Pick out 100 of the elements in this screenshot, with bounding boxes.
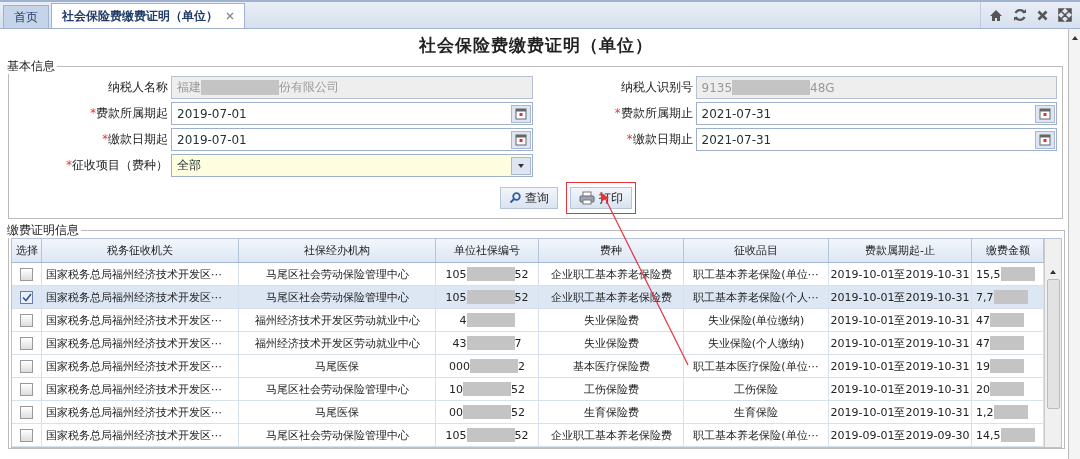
column-header[interactable]: 税务征收机关: [42, 239, 239, 262]
printer-icon: [578, 191, 595, 205]
table-cell: 企业职工基本养老保险费: [550, 427, 672, 443]
checkbox[interactable]: [20, 405, 33, 419]
table-cell: 工伤保险: [734, 381, 778, 397]
redaction-bar: [993, 405, 1028, 419]
scrollbar[interactable]: [1068, 29, 1080, 459]
refresh-icon[interactable]: [1013, 8, 1027, 22]
redaction-bar: [990, 359, 1024, 373]
table-cell: 工伤保险费: [583, 381, 639, 397]
table-cell: 国家税务总局福州经济技术开发区⋯: [46, 266, 222, 282]
date-field[interactable]: 2021-07-31: [695, 128, 1057, 151]
table-cell: 2019-10-01至2019-10-31: [830, 381, 970, 397]
table-cell: 马尾医保: [315, 358, 359, 374]
redaction-bar: [990, 382, 1024, 396]
table-cell: 4: [459, 313, 467, 327]
table-cell: 福州经济技术开发区劳动就业中心: [254, 335, 420, 351]
tab[interactable]: 首页: [3, 5, 49, 28]
table-cell: 00: [449, 405, 463, 419]
checkbox[interactable]: [20, 336, 33, 350]
table-cell: 国家税务总局福州经济技术开发区⋯: [46, 404, 222, 420]
table-cell: 失业保险(单位缴纳): [707, 312, 805, 328]
table-cell: 国家税务总局福州经济技术开发区⋯: [46, 335, 222, 351]
date-field[interactable]: 2019-07-01: [171, 128, 533, 151]
redaction-bar: [466, 336, 515, 350]
table-cell: 47: [976, 336, 990, 350]
table-cell: 43: [452, 336, 467, 350]
field-label: *征收项目（费种）: [65, 158, 168, 173]
table-row[interactable]: 国家税务总局福州经济技术开发区⋯ 马尾医保 000 2 基本医疗保险费 职工基本医疗保险(单位⋯ 2019-10-01至2019-10-31 19: [12, 355, 1044, 378]
calendar-icon[interactable]: [510, 130, 531, 149]
table-cell: 52: [514, 267, 529, 281]
table-cell: 生育保险费: [583, 404, 639, 420]
table-cell: 2019-10-01至2019-10-31: [830, 335, 970, 351]
table-cell: 10: [449, 382, 463, 396]
table-cell: 1,2: [976, 405, 994, 419]
page-title: 社会保险费缴费证明（单位）: [417, 34, 654, 57]
checkbox[interactable]: [20, 382, 33, 396]
table-cell: 105: [445, 428, 467, 442]
column-header[interactable]: 费款属期起-止: [829, 239, 972, 262]
home-icon[interactable]: [989, 8, 1003, 22]
table-cell: 马尾医保: [315, 404, 359, 420]
table-cell: 7,7: [976, 290, 994, 304]
redaction-bar: [466, 290, 515, 304]
table-cell: 2: [518, 359, 525, 373]
column-header[interactable]: 社保经办机构: [239, 239, 436, 262]
table-cell: 14,5: [976, 428, 1001, 442]
table-cell: 15,5: [976, 267, 1001, 281]
column-header[interactable]: 选择: [12, 239, 42, 262]
table-cell: 生育保险: [734, 404, 778, 420]
close-icon[interactable]: [226, 12, 234, 20]
close-icon[interactable]: [1037, 9, 1048, 21]
date-field[interactable]: 2021-07-31: [695, 102, 1057, 125]
field-label: *缴款日期起: [101, 132, 168, 147]
table-row[interactable]: 国家税务总局福州经济技术开发区⋯ 马尾医保 00 52 生育保险费 生育保险 2019-10-01至2019-10-31 1,2: [12, 401, 1044, 424]
table-cell: 马尾区社会劳动保险管理中心: [265, 427, 409, 443]
select-field[interactable]: 全部: [171, 154, 533, 177]
column-header[interactable]: 单位社保编号: [436, 239, 539, 262]
tab[interactable]: 社会保险费缴费证明（单位）: [51, 3, 245, 28]
calendar-icon[interactable]: [1035, 130, 1055, 149]
scrollbar[interactable]: [1044, 239, 1061, 447]
table-cell: 福州经济技术开发区劳动就业中心: [254, 312, 420, 328]
table-cell: 52: [511, 405, 525, 419]
date-field[interactable]: 2019-07-01: [171, 102, 533, 125]
redaction-bar: [463, 382, 511, 396]
table-cell: 国家税务总局福州经济技术开发区⋯: [46, 358, 222, 374]
checkbox[interactable]: [20, 267, 33, 281]
checkbox[interactable]: [20, 359, 33, 373]
column-header[interactable]: 费种: [539, 239, 684, 262]
table-row[interactable]: 国家税务总局福州经济技术开发区⋯ 马尾区社会劳动保险管理中心 105 52 企业职工基本养老保险费 职工基本养老保险(单位⋯ 2019-09-01至2019-09-30 14,5: [12, 424, 1044, 447]
table-cell: 马尾区社会劳动保险管理中心: [265, 266, 409, 282]
table-cell: 7: [514, 336, 522, 350]
table-cell: 2019-10-01至2019-10-31: [830, 404, 970, 420]
checkbox[interactable]: [20, 290, 33, 304]
checkbox[interactable]: [20, 428, 33, 442]
calendar-icon[interactable]: [510, 104, 531, 123]
table-cell: 105: [445, 290, 467, 304]
checkbox[interactable]: [20, 313, 33, 327]
table-row[interactable]: 国家税务总局福州经济技术开发区⋯ 福州经济技术开发区劳动就业中心 4 失业保险费 失业保险(单位缴纳) 2019-10-01至2019-10-31 47: [12, 309, 1044, 332]
table-row[interactable]: 国家税务总局福州经济技术开发区⋯ 福州经济技术开发区劳动就业中心 43 7 失业保险费 失业保险(个人缴纳) 2019-10-01至2019-10-31 47: [12, 332, 1044, 355]
dropdown-icon[interactable]: [510, 156, 531, 175]
redaction-bar: [463, 405, 511, 419]
scroll-up-icon[interactable]: [1049, 269, 1057, 275]
column-header[interactable]: 征收品目: [684, 239, 829, 262]
table-cell: 国家税务总局福州经济技术开发区⋯: [46, 427, 222, 443]
table-cell: 19: [976, 359, 990, 373]
table-cell: 国家税务总局福州经济技术开发区⋯: [46, 381, 222, 397]
table-cell: 2019-09-01至2019-09-30: [830, 427, 970, 443]
table-row[interactable]: 国家税务总局福州经济技术开发区⋯ 马尾区社会劳动保险管理中心 10 52 工伤保险费 工伤保险 2019-10-01至2019-10-31 20: [12, 378, 1044, 401]
table-cell: 2019-10-01至2019-10-31: [830, 312, 970, 328]
table-cell: 2019-10-01至2019-10-31: [830, 289, 970, 305]
section-legend: 基本信息: [5, 59, 57, 74]
calendar-icon[interactable]: [1035, 104, 1055, 123]
table-cell: 47: [976, 313, 990, 327]
fullscreen-icon[interactable]: [1058, 8, 1072, 22]
table-cell: 职工基本养老保险(单位⋯: [693, 427, 819, 443]
table-cell: 失业保险(个人缴纳): [707, 335, 805, 351]
search-button[interactable]: 查询: [499, 187, 558, 209]
redaction-bar: [1000, 267, 1035, 281]
table-cell: 52: [514, 428, 529, 442]
scroll-up-icon[interactable]: [1070, 35, 1079, 41]
